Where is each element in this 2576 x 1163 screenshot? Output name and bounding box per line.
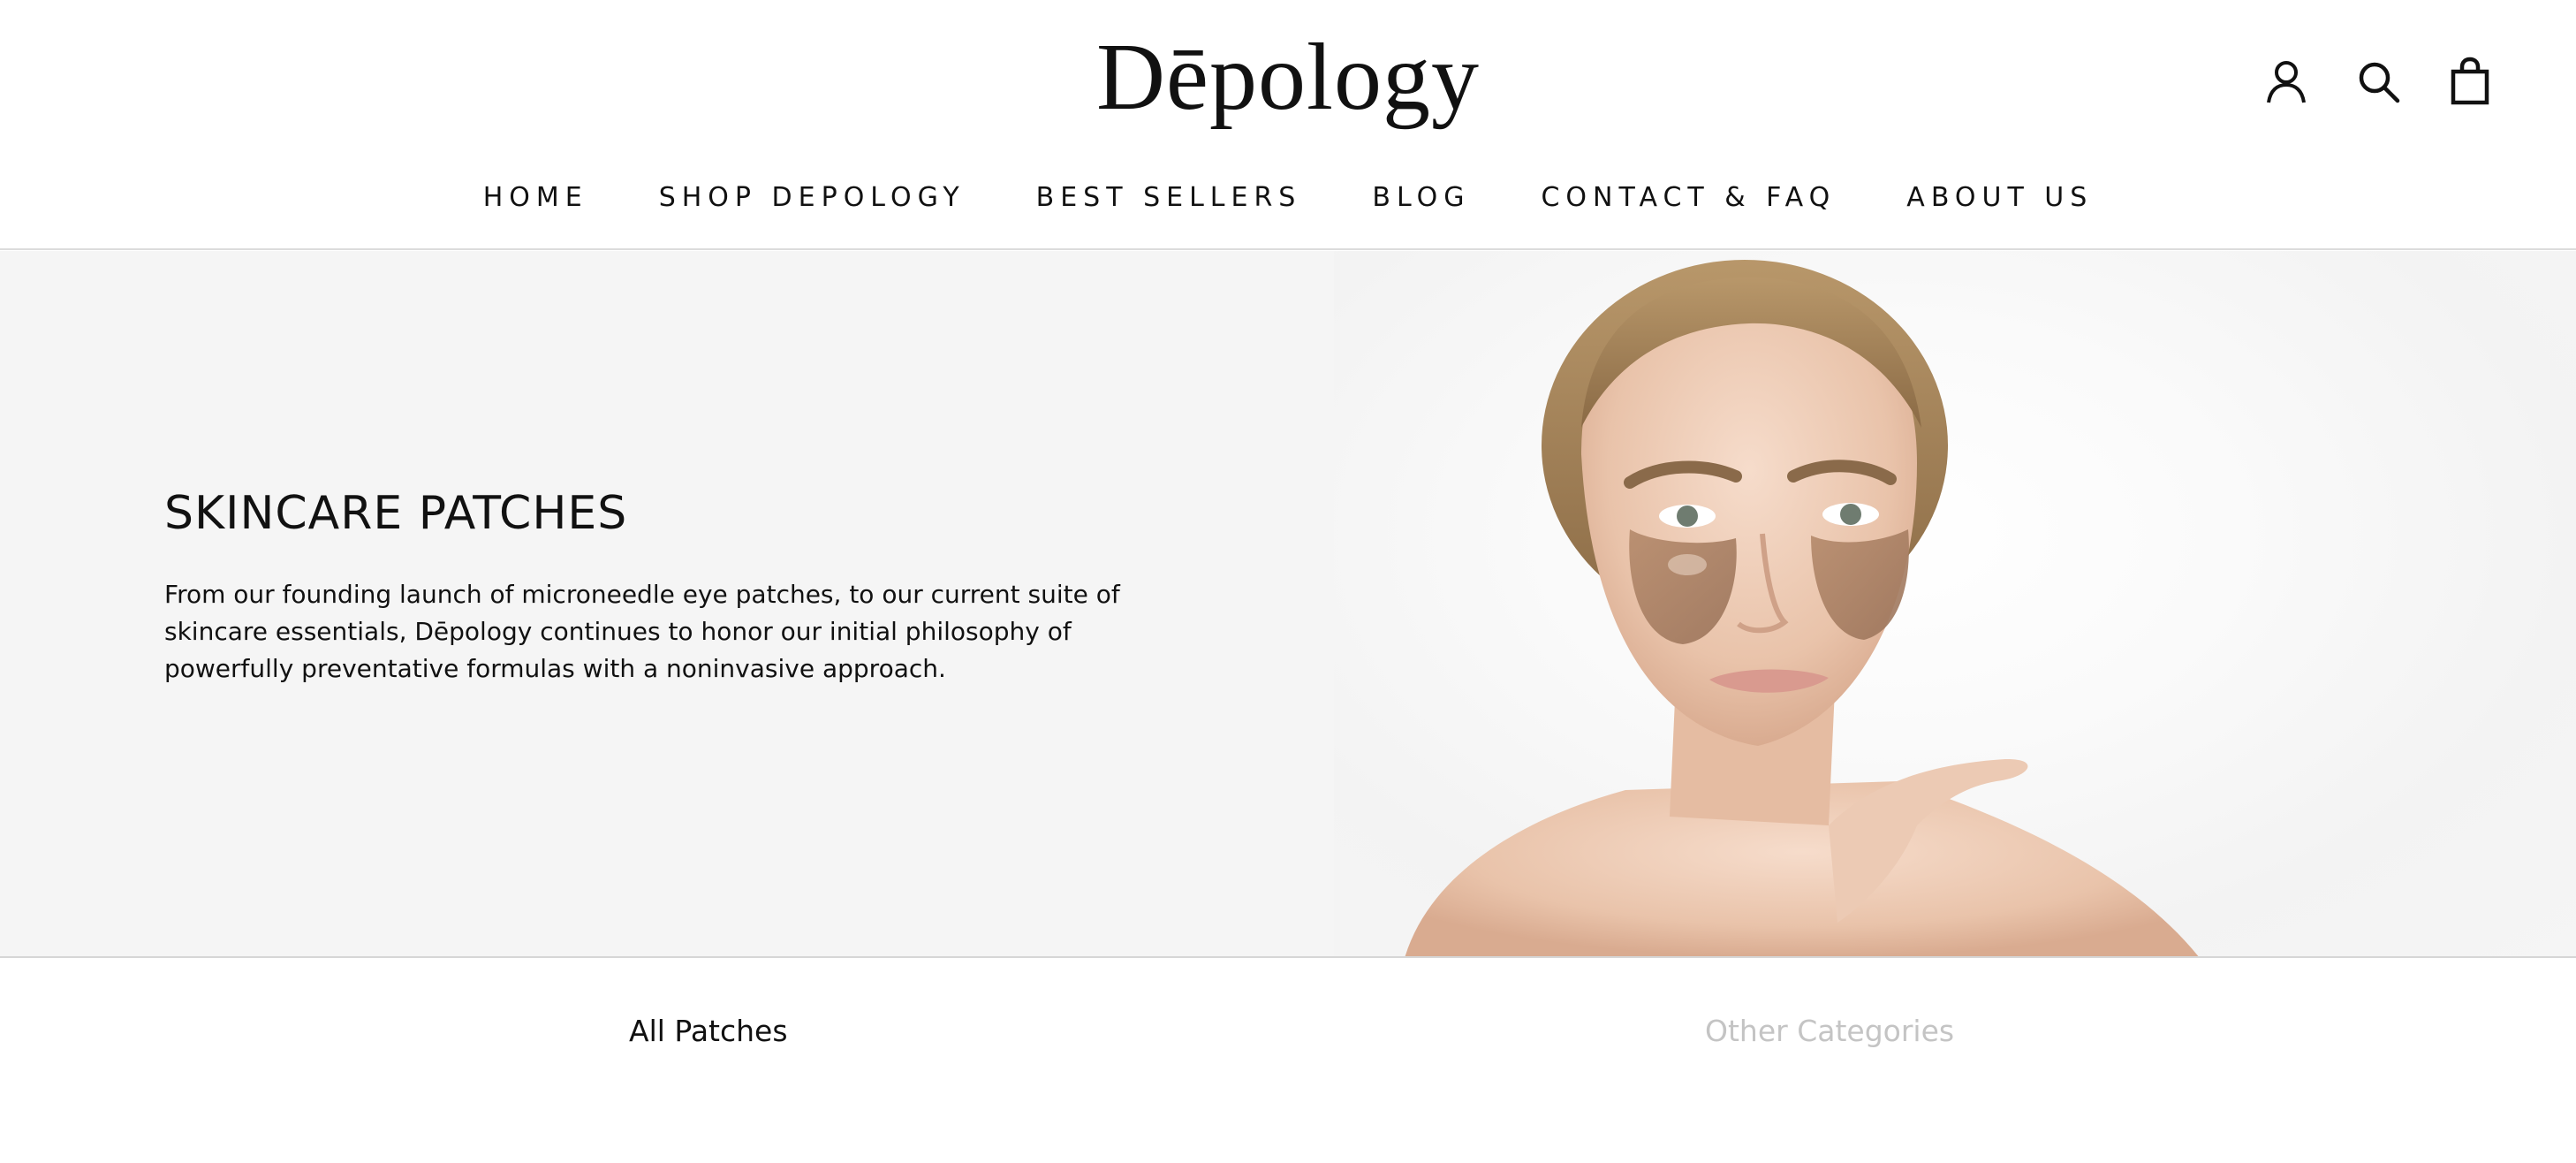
search-icon[interactable] [2353, 57, 2403, 106]
model-illustration [1405, 260, 2199, 956]
nav-item-blog[interactable]: BLOG [1372, 173, 1470, 223]
tab-all-patches[interactable]: All Patches [629, 1009, 788, 1053]
nav-item-contact-faq[interactable]: CONTACT & FAQ [1541, 173, 1836, 223]
hero-banner: SKINCARE PATCHES From our founding launc… [0, 251, 2576, 958]
account-icon[interactable] [2262, 57, 2311, 106]
nav-item-about-us[interactable]: ABOUT US [1906, 173, 2093, 223]
hero-model-image [1334, 251, 2576, 956]
shopping-bag-icon[interactable] [2445, 57, 2495, 106]
nav-item-shop-depology[interactable]: SHOP DEPOLOGY [659, 173, 966, 223]
brand-logo[interactable]: Dēpology [0, 16, 2576, 140]
hero-title: SKINCARE PATCHES [164, 487, 628, 540]
site-header: Dēpology HOME SHOP DEPOLOGY BEST SELLERS… [0, 0, 2576, 250]
nav-item-best-sellers[interactable]: BEST SELLERS [1036, 173, 1302, 223]
tab-other-categories[interactable]: Other Categories [1705, 1009, 1954, 1053]
hero-description: From our founding launch of microneedle … [164, 580, 1120, 683]
main-navigation: HOME SHOP DEPOLOGY BEST SELLERS BLOG CON… [0, 173, 2576, 223]
hero-text-block: SKINCARE PATCHES From our founding launc… [164, 483, 1154, 688]
category-tabs: All Patches Other Categories [0, 960, 2576, 1163]
nav-item-home[interactable]: HOME [483, 173, 588, 223]
brand-logo-text[interactable]: Dēpology [1096, 16, 1480, 140]
header-icons [2262, 55, 2495, 108]
